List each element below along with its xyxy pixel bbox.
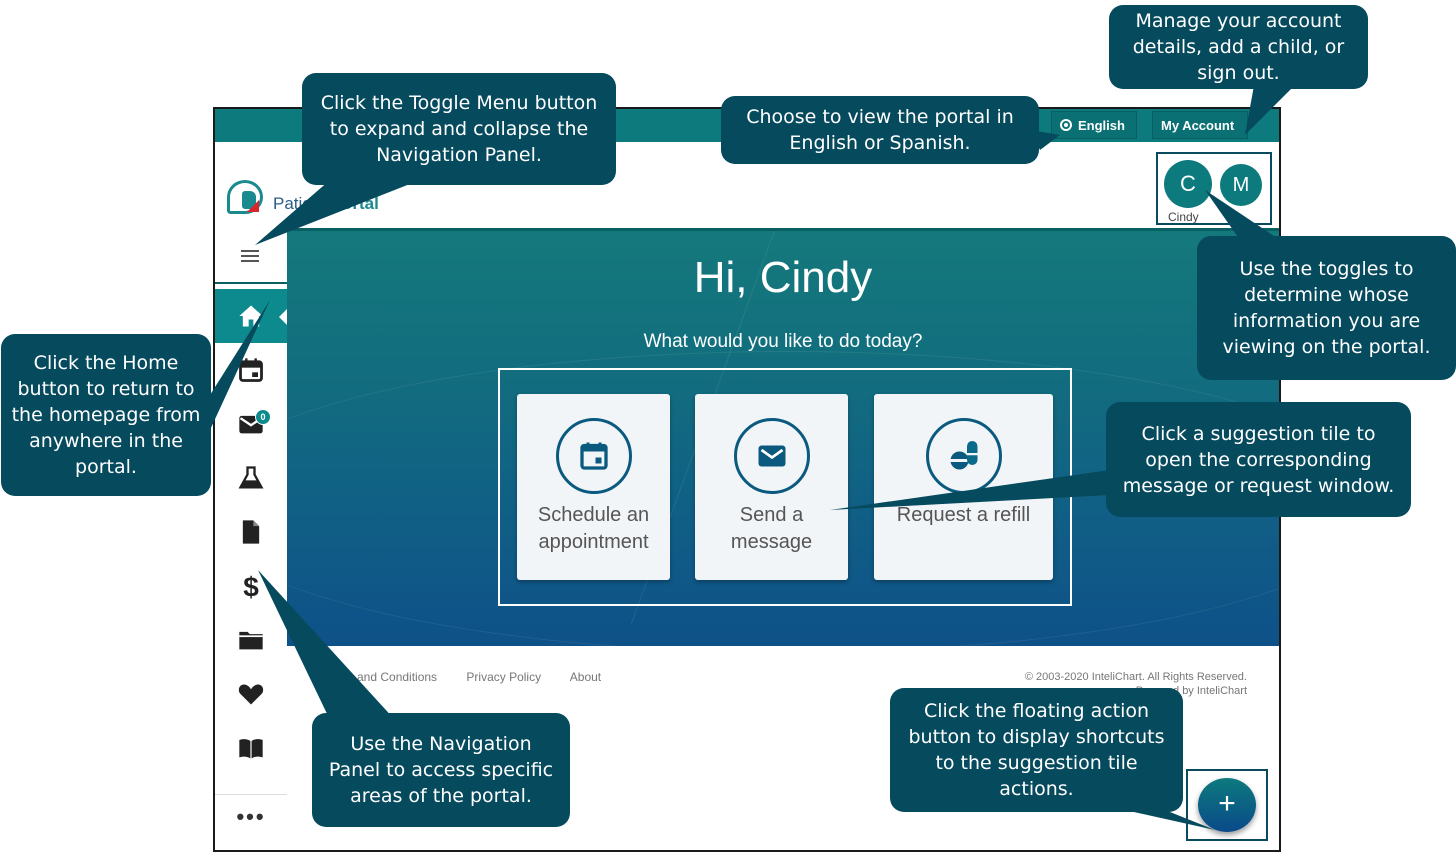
- sidebar-item-lab-results[interactable]: [215, 451, 287, 505]
- more-options-button[interactable]: •••: [215, 802, 287, 842]
- callout-home: Click the Home button to return to the h…: [1, 334, 211, 496]
- profile-toggles: C M Cindy: [1156, 152, 1272, 225]
- tile-icon-circle: [925, 418, 1002, 494]
- message-count-badge: 0: [255, 409, 271, 425]
- sidebar-item-education[interactable]: [215, 721, 287, 775]
- tile-request-refill[interactable]: Request a refill: [874, 394, 1053, 580]
- tile-icon-circle: [555, 418, 632, 494]
- greeting: Hi, Cindy: [693, 253, 873, 302]
- heart-icon: [238, 684, 264, 705]
- sidebar-item-home[interactable]: [215, 289, 287, 343]
- file-icon: [242, 520, 260, 544]
- navigation-panel: 0 $ •••: [215, 228, 288, 850]
- footer-link-about[interactable]: About: [570, 670, 601, 684]
- sidebar-item-documents[interactable]: [215, 505, 287, 559]
- flask-icon: [238, 466, 264, 489]
- copyright-text: © 2003-2020 InteliChart. All Rights Rese…: [1024, 671, 1247, 683]
- logo-accent-icon: [247, 200, 259, 212]
- globe-icon: [1060, 119, 1072, 131]
- sidebar-item-health[interactable]: [215, 667, 287, 721]
- footer-link-terms[interactable]: Terms and Conditions: [321, 670, 437, 684]
- envelope-icon: [758, 445, 785, 467]
- book-icon: [239, 739, 263, 759]
- pills-icon: [950, 441, 977, 470]
- calendar-icon: [239, 358, 263, 382]
- hamburger-icon: [241, 250, 259, 262]
- folder-icon: [239, 631, 263, 650]
- toggle-menu-button[interactable]: [215, 228, 287, 284]
- tile-label: Request a refill: [896, 504, 1031, 526]
- floating-action-button[interactable]: +: [1198, 778, 1256, 832]
- svg-text:$: $: [243, 572, 259, 600]
- dollar-icon: $: [243, 572, 259, 600]
- tile-label: Schedule an appointment: [537, 504, 650, 553]
- footer-links: Terms and Conditions Privacy Policy Abou…: [321, 670, 627, 684]
- profile-toggle-cindy[interactable]: C: [1164, 160, 1212, 208]
- language-button[interactable]: English: [1051, 111, 1137, 139]
- my-account-button[interactable]: My Account: [1152, 111, 1248, 139]
- footer-link-privacy[interactable]: Privacy Policy: [466, 670, 541, 684]
- profile-toggle-m[interactable]: M: [1220, 164, 1262, 206]
- tile-send-message[interactable]: Send a message: [695, 394, 848, 580]
- callout-nav-panel: Use the Navigation Panel to access speci…: [312, 713, 570, 827]
- callout-fab: Click the floating action button to disp…: [890, 688, 1183, 812]
- logo-text: Patient Portal: [273, 194, 379, 213]
- callout-tiles: Click a suggestion tile to open the corr…: [1106, 402, 1411, 517]
- profile-name: Cindy: [1168, 210, 1199, 224]
- callout-profiles: Use the toggles to determine whose infor…: [1197, 236, 1456, 380]
- callout-language: Choose to view the portal in English or …: [721, 96, 1039, 164]
- suggestion-tiles: Schedule an appointment Send a message R…: [498, 368, 1072, 606]
- callout-account: Manage your account details, add a child…: [1109, 5, 1368, 89]
- language-label: English: [1078, 118, 1125, 133]
- tile-icon-circle: [733, 418, 810, 494]
- sidebar-divider: [215, 794, 287, 795]
- tile-label: Send a message: [730, 504, 813, 553]
- tile-schedule-appointment[interactable]: Schedule an appointment: [517, 394, 670, 580]
- calendar-icon: [579, 442, 608, 470]
- sidebar-item-appointments[interactable]: [215, 343, 287, 397]
- fab-frame: +: [1186, 769, 1268, 841]
- home-icon: [239, 305, 263, 327]
- hero-subtitle: What would you like to do today?: [643, 331, 923, 352]
- sidebar-item-billing[interactable]: $: [215, 559, 287, 613]
- sidebar-item-records[interactable]: [215, 613, 287, 667]
- callout-toggle-menu: Click the Toggle Menu button to expand a…: [302, 73, 616, 185]
- sidebar-item-messages[interactable]: 0: [215, 397, 287, 451]
